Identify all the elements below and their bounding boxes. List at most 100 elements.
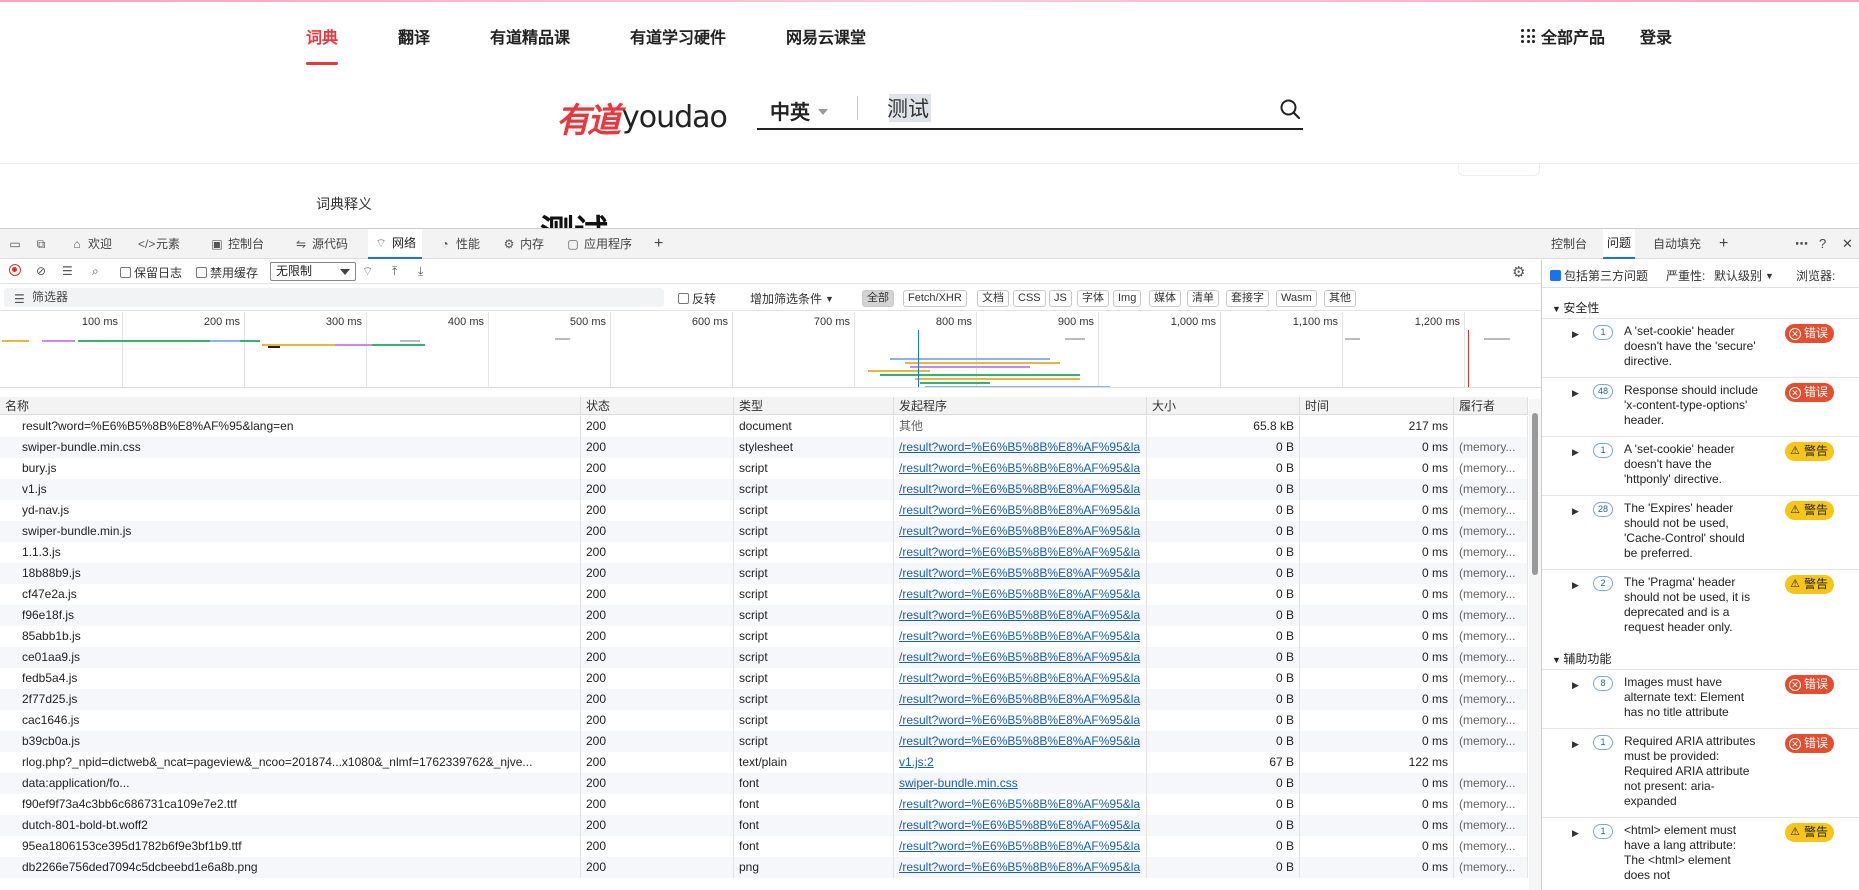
record-icon[interactable] (9, 264, 21, 276)
tab-welcome[interactable]: ⌂ 欢迎 (70, 229, 112, 259)
scrollbar-thumb[interactable] (1532, 413, 1538, 575)
add-tab-icon[interactable]: + (1719, 229, 1728, 259)
cell-initiator[interactable]: /result?word=%E6%B5%8B%E8%AF%95&la (894, 437, 1147, 458)
tab-elements[interactable]: </> 元素 (138, 229, 180, 259)
table-row[interactable]: dutch-801-bold-bt.woff2 200 font/result?wo… (0, 815, 1528, 836)
filter-chip-other[interactable]: 其他 (1324, 290, 1356, 307)
table-row[interactable]: 85abb1b.js 200 script/result?word=%E6%B5%8… (0, 626, 1528, 647)
preserve-log-checkbox[interactable]: 保留日志 (120, 264, 182, 281)
issue-item[interactable]: ▶ 48 Response should include 'x-content-ty… (1542, 377, 1859, 436)
cell-initiator[interactable]: /result?word=%E6%B5%8B%E8%AF%95&la (894, 542, 1147, 563)
network-conditions-icon[interactable]: ⌔ (362, 264, 373, 279)
tab-network[interactable]: ⌔ 网络 (368, 229, 423, 259)
cell-initiator[interactable]: /result?word=%E6%B5%8B%E8%AF%95&la (894, 836, 1147, 857)
filter-chip-socket[interactable]: 套接字 (1226, 290, 1269, 307)
table-row[interactable]: cac1646.js 200 script/result?word=%E6%B5%8… (0, 710, 1528, 731)
table-row[interactable]: 18b88b9.js 200 script/result?word=%E6%B5%8… (0, 563, 1528, 584)
right-tab-console[interactable]: 控制台 (1551, 229, 1587, 259)
upload-icon[interactable]: ⤒ (392, 264, 397, 279)
add-tab-icon[interactable]: + (654, 229, 663, 259)
language-select[interactable]: 中英 (770, 96, 828, 125)
youdao-logo[interactable]: 有道 youdao (556, 93, 728, 142)
cell-initiator[interactable]: /result?word=%E6%B5%8B%E8%AF%95&la (894, 584, 1147, 605)
column-status[interactable]: 状态 (581, 397, 734, 415)
filter-chip-manifest[interactable]: 清单 (1187, 290, 1219, 307)
nav-item-hardware[interactable]: 有道学习硬件 (630, 24, 726, 48)
table-row[interactable]: f96e18f.js 200 script/result?word=%E6%B5%8… (0, 605, 1528, 626)
issue-item[interactable]: ▶ 28 The 'Expires' header should not be us… (1542, 495, 1859, 569)
filter-chip-fetch-xhr[interactable]: Fetch/XHR (903, 290, 967, 307)
cell-initiator[interactable]: /result?word=%E6%B5%8B%E8%AF%95&la (894, 815, 1147, 836)
cell-initiator[interactable]: /result?word=%E6%B5%8B%E8%AF%95&la (894, 500, 1147, 521)
table-row[interactable]: fedb5a4.js 200 script/result?word=%E6%B5%8… (0, 668, 1528, 689)
tab-sources[interactable]: ⇋ 源代码 (294, 229, 348, 259)
table-row[interactable]: cf47e2a.js 200 script/result?word=%E6%B5%8… (0, 584, 1528, 605)
cell-initiator[interactable]: /result?word=%E6%B5%8B%E8%AF%95&la (894, 668, 1147, 689)
cell-initiator[interactable]: /result?word=%E6%B5%8B%E8%AF%95&la (894, 731, 1147, 752)
more-options-icon[interactable]: ⋯ (1795, 236, 1808, 252)
close-icon[interactable]: ✕ (1842, 236, 1853, 252)
gear-icon[interactable]: ⚙ (1512, 263, 1525, 281)
table-row[interactable]: data:application/fo... 200 font swiper-bund… (0, 773, 1528, 794)
nav-item-dict[interactable]: 词典 (306, 24, 338, 48)
third-party-checkbox[interactable]: 包括第三方问题 (1550, 267, 1648, 284)
table-row[interactable]: swiper-bundle.min.css 200 stylesheet/resul… (0, 437, 1528, 458)
severity-select[interactable]: 默认级别 ▼ (1714, 267, 1774, 284)
nav-item-translate[interactable]: 翻译 (398, 24, 430, 48)
right-tab-autofill[interactable]: 自动填充 (1653, 229, 1701, 259)
table-row[interactable]: result?word=%E6%B5%8B%E8%AF%95&lang=en 20… (0, 416, 1528, 437)
table-row[interactable]: swiper-bundle.min.js 200 script/result?wor… (0, 521, 1528, 542)
table-scrollbar[interactable] (1529, 399, 1541, 890)
disable-cache-checkbox[interactable]: 禁用缓存 (196, 264, 258, 281)
help-icon[interactable]: ? (1819, 236, 1826, 251)
tab-application[interactable]: ▢ 应用程序 (566, 229, 632, 259)
cell-initiator[interactable]: /result?word=%E6%B5%8B%E8%AF%95&la (894, 689, 1147, 710)
cell-initiator[interactable]: /result?word=%E6%B5%8B%E8%AF%95&la (894, 458, 1147, 479)
table-row[interactable]: 1.1.3.js 200 script/result?word=%E6%B5%8B%… (0, 542, 1528, 563)
more-filters-dropdown[interactable]: 增加筛选条件 ▼ (750, 290, 834, 307)
filter-chip-media[interactable]: 媒体 (1149, 290, 1181, 307)
issue-item[interactable]: ▶ 2 The 'Pragma' header should not be used… (1542, 569, 1859, 643)
filter-chip-wasm[interactable]: Wasm (1276, 290, 1317, 307)
right-tab-issues[interactable]: 问题 (1603, 229, 1636, 259)
table-row[interactable]: rlog.php?_npid=dictweb&_ncat=pageview&_n… (0, 752, 1528, 773)
invert-checkbox[interactable]: 反转 (678, 290, 716, 307)
filter-toggle-icon[interactable]: ☰ (62, 264, 73, 278)
search-input[interactable] (887, 92, 1247, 124)
issue-section-header[interactable]: ▼ 辅助功能 (1552, 650, 1611, 667)
column-initiator[interactable]: 发起程序 (894, 397, 1147, 415)
table-row[interactable]: f90ef9f73a4c3bb6c686731ca109e7e2.ttf 200 f… (0, 794, 1528, 815)
inspect-icon[interactable]: ⧉ (34, 229, 48, 259)
issue-section-header[interactable]: ▼ 安全性 (1552, 299, 1599, 316)
table-row[interactable]: v1.js 200 script/result?word=%E6%B5%8B%E8%… (0, 479, 1528, 500)
issue-item[interactable]: ▶ 8 Images must have alternate text: Eleme… (1542, 669, 1859, 728)
table-row[interactable]: db2266e756ded7094c5dcbeebd1e6a8b.png 200 p… (0, 857, 1528, 878)
column-time[interactable]: 时间 (1300, 397, 1454, 415)
download-icon[interactable]: ⤓ (418, 264, 423, 279)
all-products-button[interactable]: 全部产品 (1521, 24, 1605, 48)
filter-chip-img[interactable]: Img (1113, 290, 1142, 307)
filter-chip-doc[interactable]: 文档 (977, 290, 1009, 307)
search-icon[interactable]: ⌕ (92, 264, 99, 279)
cell-initiator[interactable]: swiper-bundle.min.css (894, 773, 1147, 794)
clear-icon[interactable]: ⊘ (36, 264, 46, 278)
filter-chip-all[interactable]: 全部 (862, 290, 894, 307)
throttle-select[interactable]: 无限制 (270, 262, 356, 281)
cell-initiator[interactable]: /result?word=%E6%B5%8B%E8%AF%95&la (894, 521, 1147, 542)
issue-item[interactable]: ▶ 1 Required ARIA attributes must be provi… (1542, 728, 1859, 817)
device-toolbar-icon[interactable]: ▭ (8, 229, 22, 259)
cell-initiator[interactable]: /result?word=%E6%B5%8B%E8%AF%95&la (894, 647, 1147, 668)
table-row[interactable]: bury.js 200 script/result?word=%E6%B5%8B%E… (0, 458, 1528, 479)
table-row[interactable]: 95ea1806153ce395d1782b6f9e3bf1b9.ttf 200 f… (0, 836, 1528, 857)
filter-input[interactable]: ☰ 筛选器 (4, 288, 664, 307)
filter-chip-font[interactable]: 字体 (1077, 290, 1109, 307)
tab-memory[interactable]: ⚙ 内存 (502, 229, 544, 259)
table-row[interactable]: ce01aa9.js 200 script/result?word=%E6%B5%8… (0, 647, 1528, 668)
column-type[interactable]: 类型 (734, 397, 894, 415)
column-size[interactable]: 大小 (1147, 397, 1300, 415)
cell-initiator[interactable]: /result?word=%E6%B5%8B%E8%AF%95&la (894, 605, 1147, 626)
cell-initiator[interactable]: /result?word=%E6%B5%8B%E8%AF%95&la (894, 563, 1147, 584)
cell-initiator[interactable]: v1.js:2 (894, 752, 1147, 773)
cell-initiator[interactable]: /result?word=%E6%B5%8B%E8%AF%95&la (894, 857, 1147, 878)
table-row[interactable]: yd-nav.js 200 script/result?word=%E6%B5%8B… (0, 500, 1528, 521)
